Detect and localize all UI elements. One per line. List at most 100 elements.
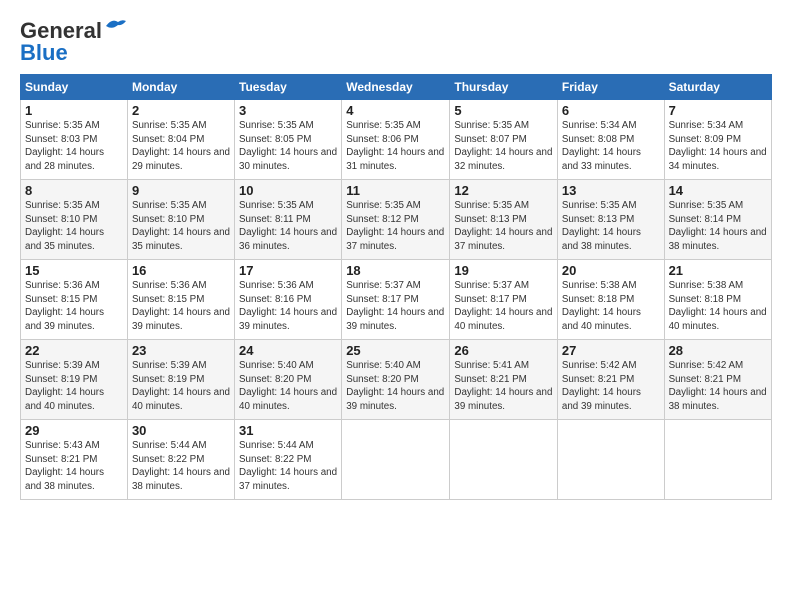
sunset-label: Sunset: 8:15 PM (132, 294, 204, 305)
day-number: 11 (346, 183, 445, 198)
day-info: Sunrise: 5:39 AM Sunset: 8:19 PM Dayligh… (25, 359, 123, 414)
daylight-label: Daylight: 14 hours and 33 minutes. (562, 147, 641, 172)
col-thursday: Thursday (450, 75, 558, 100)
sunset-label: Sunset: 8:19 PM (132, 374, 204, 385)
sunset-label: Sunset: 8:04 PM (132, 134, 204, 145)
calendar-cell: 28 Sunrise: 5:42 AM Sunset: 8:21 PM Dayl… (664, 340, 771, 420)
calendar-cell: 5 Sunrise: 5:35 AM Sunset: 8:07 PM Dayli… (450, 100, 558, 180)
daylight-label: Daylight: 14 hours and 38 minutes. (132, 467, 230, 492)
sunset-label: Sunset: 8:21 PM (25, 454, 97, 465)
day-info: Sunrise: 5:40 AM Sunset: 8:20 PM Dayligh… (346, 359, 445, 414)
sunset-label: Sunset: 8:14 PM (669, 214, 741, 225)
sunrise-label: Sunrise: 5:43 AM (25, 440, 100, 451)
day-info: Sunrise: 5:35 AM Sunset: 8:05 PM Dayligh… (239, 119, 337, 174)
day-number: 27 (562, 343, 660, 358)
sunrise-label: Sunrise: 5:35 AM (132, 120, 207, 131)
calendar-cell: 17 Sunrise: 5:36 AM Sunset: 8:16 PM Dayl… (235, 260, 342, 340)
daylight-label: Daylight: 14 hours and 39 minutes. (25, 307, 104, 332)
daylight-label: Daylight: 14 hours and 37 minutes. (239, 467, 337, 492)
sunrise-label: Sunrise: 5:36 AM (239, 280, 314, 291)
col-saturday: Saturday (664, 75, 771, 100)
day-info: Sunrise: 5:34 AM Sunset: 8:08 PM Dayligh… (562, 119, 660, 174)
header: General Blue (20, 18, 772, 66)
calendar-cell (450, 420, 558, 500)
daylight-label: Daylight: 14 hours and 30 minutes. (239, 147, 337, 172)
day-number: 21 (669, 263, 767, 278)
calendar-cell: 13 Sunrise: 5:35 AM Sunset: 8:13 PM Dayl… (557, 180, 664, 260)
sunrise-label: Sunrise: 5:42 AM (669, 360, 744, 371)
day-info: Sunrise: 5:44 AM Sunset: 8:22 PM Dayligh… (239, 439, 337, 494)
daylight-label: Daylight: 14 hours and 38 minutes. (669, 227, 767, 252)
daylight-label: Daylight: 14 hours and 38 minutes. (562, 227, 641, 252)
calendar-cell: 21 Sunrise: 5:38 AM Sunset: 8:18 PM Dayl… (664, 260, 771, 340)
daylight-label: Daylight: 14 hours and 37 minutes. (346, 227, 444, 252)
calendar-cell: 29 Sunrise: 5:43 AM Sunset: 8:21 PM Dayl… (21, 420, 128, 500)
day-number: 23 (132, 343, 230, 358)
sunset-label: Sunset: 8:21 PM (562, 374, 634, 385)
sunrise-label: Sunrise: 5:38 AM (669, 280, 744, 291)
sunrise-label: Sunrise: 5:34 AM (562, 120, 637, 131)
sunrise-label: Sunrise: 5:39 AM (25, 360, 100, 371)
calendar-cell: 16 Sunrise: 5:36 AM Sunset: 8:15 PM Dayl… (127, 260, 234, 340)
calendar-cell: 27 Sunrise: 5:42 AM Sunset: 8:21 PM Dayl… (557, 340, 664, 420)
sunset-label: Sunset: 8:21 PM (454, 374, 526, 385)
calendar-cell: 18 Sunrise: 5:37 AM Sunset: 8:17 PM Dayl… (342, 260, 450, 340)
daylight-label: Daylight: 14 hours and 36 minutes. (239, 227, 337, 252)
daylight-label: Daylight: 14 hours and 32 minutes. (454, 147, 552, 172)
calendar-table: Sunday Monday Tuesday Wednesday Thursday… (20, 74, 772, 500)
sunset-label: Sunset: 8:18 PM (669, 294, 741, 305)
calendar-cell: 1 Sunrise: 5:35 AM Sunset: 8:03 PM Dayli… (21, 100, 128, 180)
sunset-label: Sunset: 8:11 PM (239, 214, 311, 225)
sunset-label: Sunset: 8:20 PM (239, 374, 311, 385)
daylight-label: Daylight: 14 hours and 39 minutes. (346, 387, 444, 412)
sunrise-label: Sunrise: 5:36 AM (25, 280, 100, 291)
day-number: 20 (562, 263, 660, 278)
sunset-label: Sunset: 8:03 PM (25, 134, 97, 145)
daylight-label: Daylight: 14 hours and 40 minutes. (239, 387, 337, 412)
sunset-label: Sunset: 8:10 PM (25, 214, 97, 225)
daylight-label: Daylight: 14 hours and 31 minutes. (346, 147, 444, 172)
day-number: 25 (346, 343, 445, 358)
day-number: 9 (132, 183, 230, 198)
day-info: Sunrise: 5:35 AM Sunset: 8:11 PM Dayligh… (239, 199, 337, 254)
sunrise-label: Sunrise: 5:40 AM (346, 360, 421, 371)
day-info: Sunrise: 5:43 AM Sunset: 8:21 PM Dayligh… (25, 439, 123, 494)
sunset-label: Sunset: 8:18 PM (562, 294, 634, 305)
calendar-cell: 7 Sunrise: 5:34 AM Sunset: 8:09 PM Dayli… (664, 100, 771, 180)
logo: General Blue (20, 18, 126, 66)
sunrise-label: Sunrise: 5:35 AM (669, 200, 744, 211)
day-info: Sunrise: 5:37 AM Sunset: 8:17 PM Dayligh… (454, 279, 553, 334)
sunrise-label: Sunrise: 5:37 AM (454, 280, 529, 291)
sunrise-label: Sunrise: 5:38 AM (562, 280, 637, 291)
daylight-label: Daylight: 14 hours and 40 minutes. (132, 387, 230, 412)
daylight-label: Daylight: 14 hours and 35 minutes. (25, 227, 104, 252)
calendar-cell: 31 Sunrise: 5:44 AM Sunset: 8:22 PM Dayl… (235, 420, 342, 500)
sunset-label: Sunset: 8:09 PM (669, 134, 741, 145)
sunrise-label: Sunrise: 5:36 AM (132, 280, 207, 291)
sunrise-label: Sunrise: 5:35 AM (346, 200, 421, 211)
sunrise-label: Sunrise: 5:35 AM (562, 200, 637, 211)
calendar-cell: 11 Sunrise: 5:35 AM Sunset: 8:12 PM Dayl… (342, 180, 450, 260)
day-number: 15 (25, 263, 123, 278)
sunset-label: Sunset: 8:16 PM (239, 294, 311, 305)
day-info: Sunrise: 5:38 AM Sunset: 8:18 PM Dayligh… (562, 279, 660, 334)
sunrise-label: Sunrise: 5:35 AM (239, 120, 314, 131)
calendar-cell: 15 Sunrise: 5:36 AM Sunset: 8:15 PM Dayl… (21, 260, 128, 340)
page: General Blue Sunday Monday Tuesday Wedne… (0, 0, 792, 612)
sunset-label: Sunset: 8:13 PM (562, 214, 634, 225)
calendar-week-row: 1 Sunrise: 5:35 AM Sunset: 8:03 PM Dayli… (21, 100, 772, 180)
sunrise-label: Sunrise: 5:35 AM (346, 120, 421, 131)
calendar-week-row: 22 Sunrise: 5:39 AM Sunset: 8:19 PM Dayl… (21, 340, 772, 420)
day-info: Sunrise: 5:39 AM Sunset: 8:19 PM Dayligh… (132, 359, 230, 414)
sunrise-label: Sunrise: 5:44 AM (132, 440, 207, 451)
day-number: 17 (239, 263, 337, 278)
sunset-label: Sunset: 8:10 PM (132, 214, 204, 225)
day-info: Sunrise: 5:35 AM Sunset: 8:13 PM Dayligh… (454, 199, 553, 254)
day-number: 19 (454, 263, 553, 278)
calendar-cell: 22 Sunrise: 5:39 AM Sunset: 8:19 PM Dayl… (21, 340, 128, 420)
sunset-label: Sunset: 8:17 PM (454, 294, 526, 305)
calendar-cell: 25 Sunrise: 5:40 AM Sunset: 8:20 PM Dayl… (342, 340, 450, 420)
day-info: Sunrise: 5:34 AM Sunset: 8:09 PM Dayligh… (669, 119, 767, 174)
day-info: Sunrise: 5:37 AM Sunset: 8:17 PM Dayligh… (346, 279, 445, 334)
daylight-label: Daylight: 14 hours and 40 minutes. (562, 307, 641, 332)
